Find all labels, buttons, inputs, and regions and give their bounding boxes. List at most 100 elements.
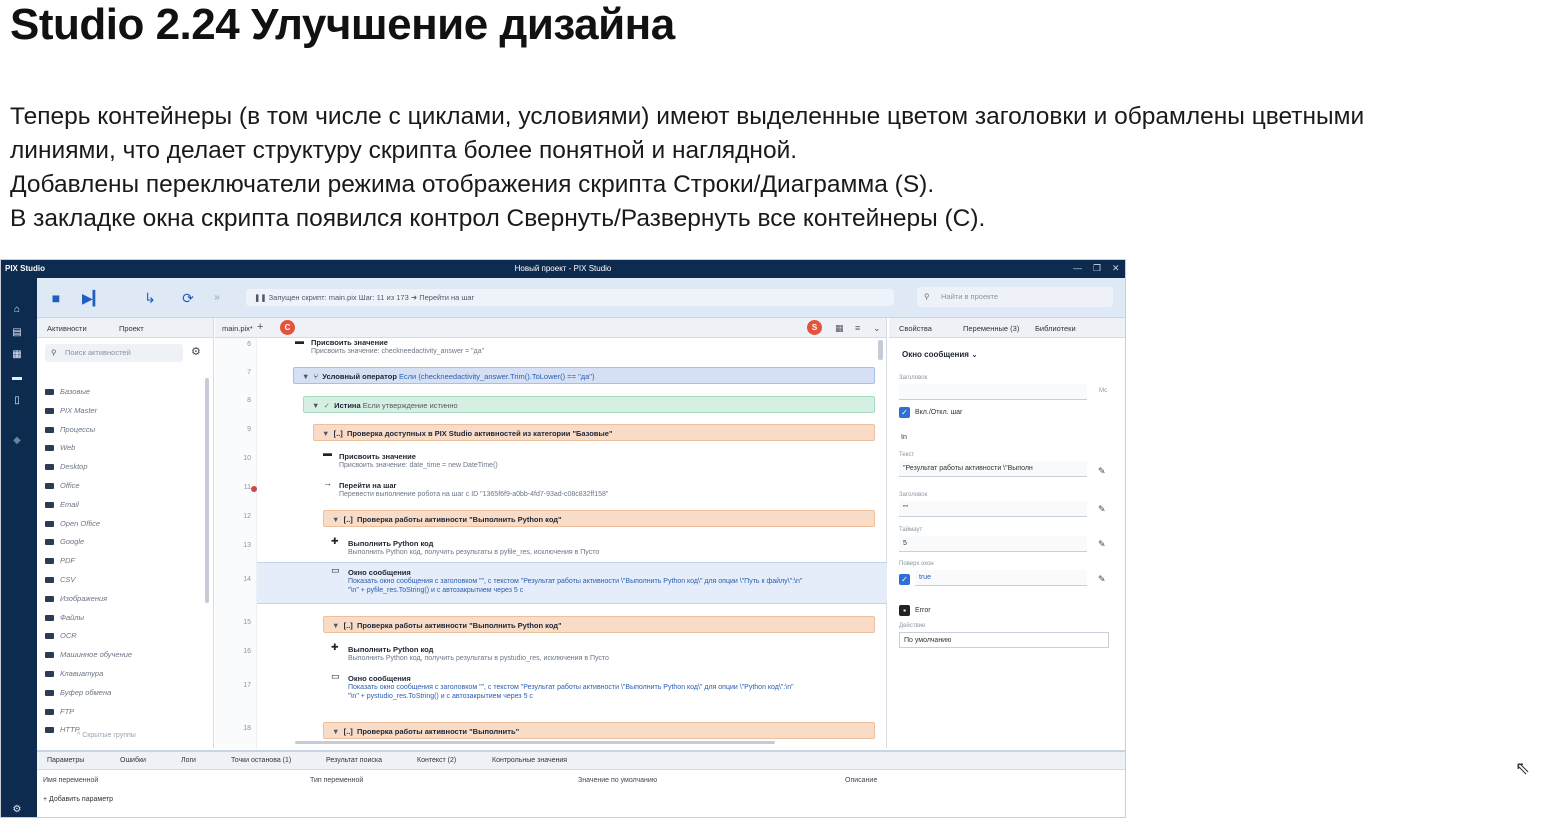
tab-context[interactable]: Контекст (2) [417,757,456,764]
project-icon[interactable]: ▤ [10,327,24,339]
container-header[interactable]: ▼ [..] Проверка работы активности "Выпол… [323,616,875,633]
settings-icon[interactable]: ⚙ [10,804,24,816]
category-item[interactable]: HTTP [45,723,80,737]
category-item[interactable]: OCR [45,629,77,643]
collapse-arrow-icon[interactable]: ▼ [322,429,329,438]
edit-pencil-icon[interactable]: ✎ [1098,574,1106,585]
slide-line: линиями, что делает структуру скрипта бо… [10,137,798,164]
category-item[interactable]: Office [45,479,80,493]
step-button[interactable]: ▶▎ [82,288,104,308]
category-item[interactable]: Desktop [45,460,88,474]
tab-parameters[interactable]: Параметры [47,757,84,764]
if-container-header[interactable]: ▼ ⑂ Условный оператор Если (checkneedact… [293,367,875,384]
action-select[interactable]: По умолчанию [899,632,1109,648]
collapse-arrow-icon[interactable]: ▼ [332,621,339,630]
tab-project[interactable]: Проект [119,324,144,333]
header-field[interactable] [899,384,1087,400]
view-mode-badge[interactable]: S [807,320,822,335]
category-item[interactable]: Машинное обучение [45,648,132,662]
collapse-arrow-icon[interactable]: ▼ [332,515,339,524]
collapse-arrow-icon[interactable]: ▼ [332,727,339,736]
edit-pencil-icon[interactable]: ✎ [1098,504,1106,515]
category-item[interactable]: Изображения [45,592,107,606]
true-branch-header[interactable]: ▼ ✓ Истина Если утверждение истинно [303,396,875,413]
chevron-down-icon[interactable]: ⌄ [873,323,881,334]
activity-search-input[interactable]: ⚲ Поиск активностей [45,344,183,362]
if-condition: Если (checkneedactivity_answer.Trim().To… [399,372,595,381]
horizontal-scrollbar[interactable] [295,741,775,744]
folder-icon[interactable]: ▬ [10,372,24,384]
tab-errors[interactable]: Ошибки [120,757,146,764]
tab-libraries[interactable]: Библиотеки [1035,324,1076,333]
folder-icon [45,708,54,715]
category-item[interactable]: Email [45,498,79,512]
loop-button[interactable]: ⟳ [178,288,198,308]
debug-icon[interactable]: ◆ [10,435,24,447]
tab-breakpoints[interactable]: Точки останова (1) [231,757,291,764]
tab-logs[interactable]: Логи [181,757,196,764]
tab-main-pix[interactable]: main.pix* [222,324,253,333]
collapse-expand-badge[interactable]: C [280,320,295,335]
lines-view-icon[interactable]: ≡ [855,323,860,333]
close-button[interactable]: ✕ [1112,263,1120,274]
document-icon[interactable]: ▯ [10,395,24,407]
tab-variables[interactable]: Переменные (3) [963,324,1019,333]
scrollbar[interactable] [205,378,209,603]
category-label: Буфер обмена [60,687,112,697]
stop-button[interactable]: ■ [46,288,66,308]
container-header[interactable]: ▼ [..] Проверка работы активности "Выпол… [323,722,875,739]
minimize-button[interactable]: — [1073,263,1082,273]
more-button[interactable]: » [207,288,227,308]
category-item[interactable]: CSV [45,573,75,587]
edit-pencil-icon[interactable]: ✎ [1098,466,1106,477]
container-header[interactable]: ▼ [..] Проверка доступных в PIX Studio а… [313,424,875,441]
step-title[interactable]: Выполнить Python код [348,645,433,654]
category-item[interactable]: FTP [45,705,74,719]
category-item[interactable]: Процессы [45,423,95,437]
container-title: Проверка доступных в PIX Studio активнос… [346,429,613,438]
step-title[interactable]: Присвоить значение [311,338,388,347]
tab-search-results[interactable]: Результат поиска [326,757,382,764]
container-header[interactable]: ▼ [..] Проверка работы активности "Выпол… [323,510,875,527]
timeout-field[interactable]: 5 [899,536,1087,552]
step-title[interactable]: Окно сообщения [348,674,411,683]
category-item[interactable]: PDF [45,554,75,568]
scrollbar[interactable] [878,340,883,360]
maximize-button[interactable]: ❐ [1093,263,1101,274]
tab-activities[interactable]: Активности [47,324,87,333]
diagram-view-icon[interactable]: ▦ [835,323,844,334]
collapse-arrow-icon[interactable]: ▼ [302,372,309,381]
enable-step-checkbox[interactable]: ✓ [899,407,910,418]
step-title[interactable]: Окно сообщения [348,568,411,577]
enable-step-label: Вкл./Откл. шаг [915,409,963,416]
category-item[interactable]: Google [45,535,84,549]
topmost-field[interactable]: true [915,570,1087,586]
properties-title[interactable]: Окно сообщения ⌄ [902,350,978,359]
text-field[interactable]: "Результат работы активности \"Выполн [899,461,1087,477]
topmost-checkbox[interactable]: ✓ [899,574,910,585]
category-item[interactable]: Web [45,441,75,455]
project-search-input[interactable]: ⚲ Найти в проекте [917,287,1113,307]
step-title[interactable]: Присвоить значение [339,452,416,461]
gear-icon[interactable]: ⚙ [191,345,201,358]
step-title[interactable]: Перейти на шаг [339,481,397,490]
caption-field[interactable]: "" [899,501,1087,517]
step-title[interactable]: Выполнить Python код [348,539,433,548]
category-item[interactable]: Файлы [45,611,84,625]
tab-properties[interactable]: Свойства [899,324,932,333]
category-item[interactable]: Клавиатура [45,667,103,681]
category-item[interactable]: PIX Master [45,404,97,418]
home-icon[interactable]: ⌂ [10,304,24,316]
category-item[interactable]: Буфер обмена [45,686,111,700]
calendar-icon[interactable]: ▦ [10,349,24,361]
category-item[interactable]: Базовые [45,385,90,399]
category-item[interactable]: Open Office [45,517,100,531]
hidden-groups-toggle[interactable]: ^ Скрытые группы [77,732,136,739]
add-parameter-button[interactable]: + Добавить параметр [43,796,113,803]
edit-pencil-icon[interactable]: ✎ [1098,539,1106,550]
add-tab-button[interactable]: + [257,321,263,333]
collapse-arrow-icon[interactable]: ▼ [312,401,319,410]
tab-watch[interactable]: Контрольные значения [492,757,567,764]
breakpoint-icon[interactable] [251,486,257,492]
step-into-button[interactable]: ↳ [140,288,160,308]
